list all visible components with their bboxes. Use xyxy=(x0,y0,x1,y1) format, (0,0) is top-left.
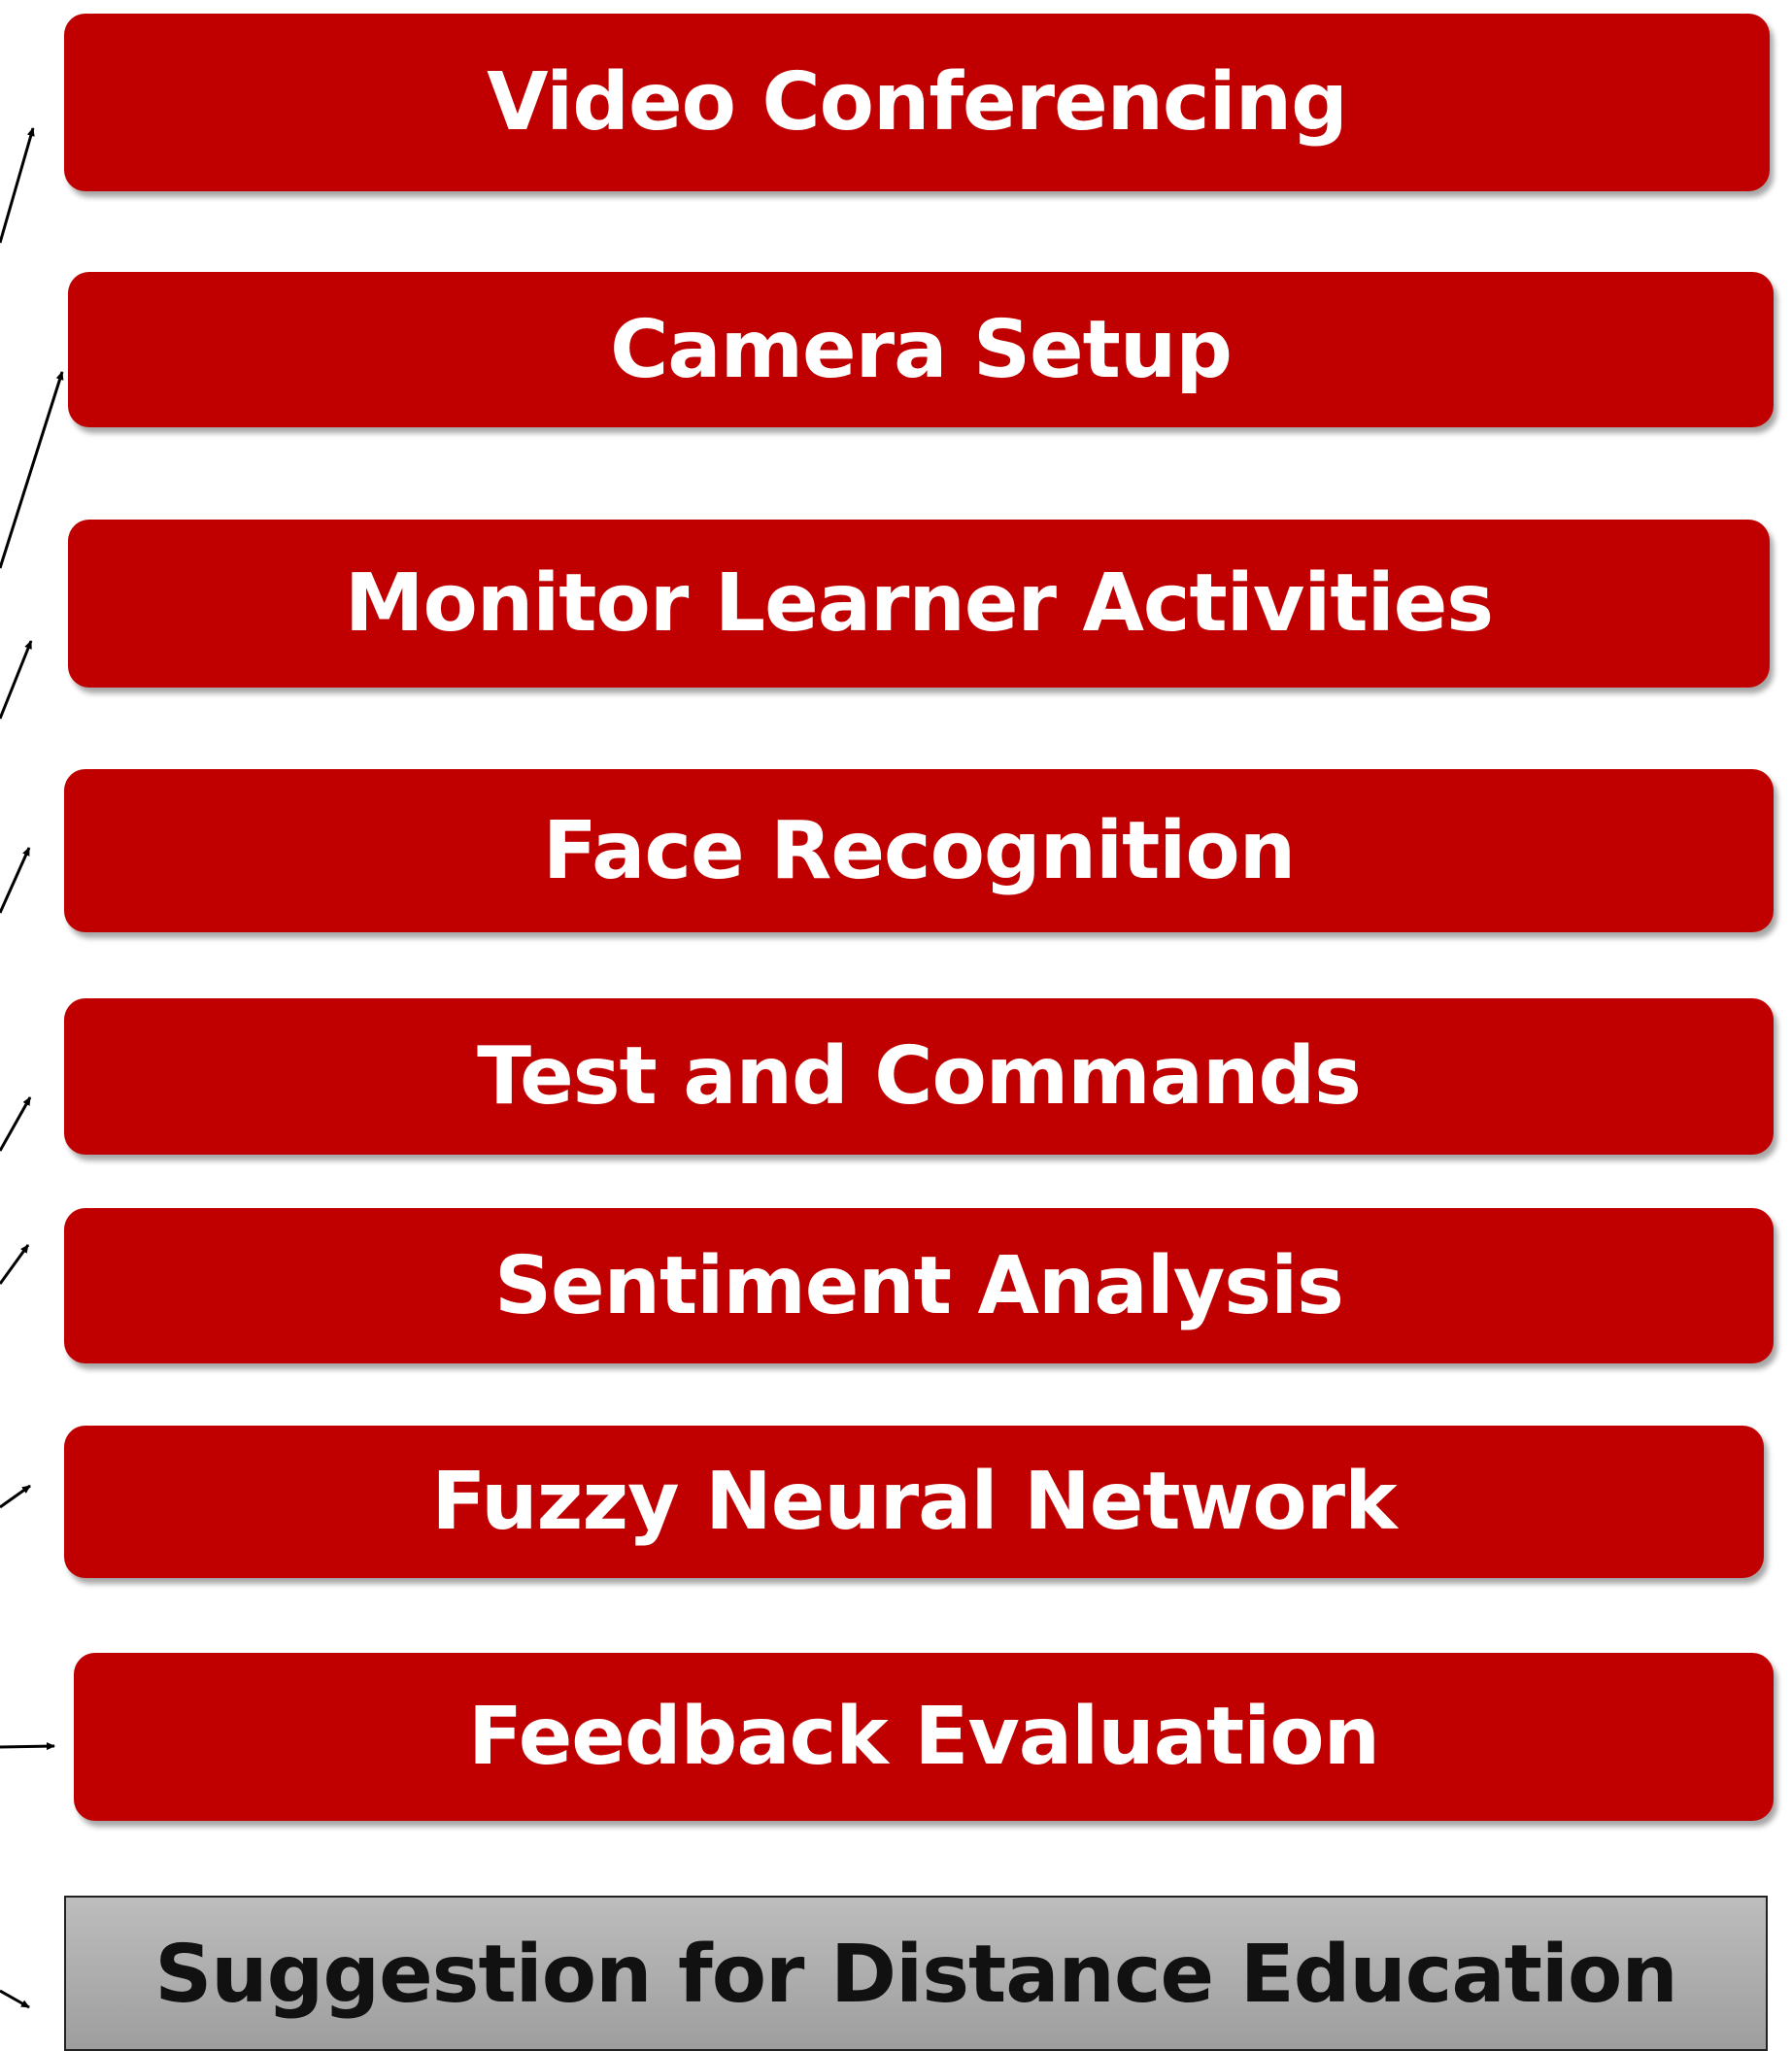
step-label: Camera Setup xyxy=(610,303,1233,396)
step-video-conferencing: Video Conferencing xyxy=(64,14,1770,191)
step-label: Sentiment Analysis xyxy=(494,1239,1344,1332)
arrow-to-sentiment-analysis xyxy=(0,1244,30,1285)
step-label: Face Recognition xyxy=(542,804,1296,897)
arrow-to-face-recognition xyxy=(0,847,31,914)
outcome-label: Suggestion for Distance Education xyxy=(154,1929,1678,2021)
arrow-to-monitor-learner-activities xyxy=(0,640,33,720)
step-face-recognition: Face Recognition xyxy=(64,769,1774,932)
step-label: Fuzzy Neural Network xyxy=(431,1456,1397,1548)
outcome-suggestion-box: Suggestion for Distance Education xyxy=(64,1896,1768,2051)
step-label: Video Conferencing xyxy=(487,56,1348,149)
arrow-to-feedback-evaluation xyxy=(0,1742,55,1751)
step-feedback-evaluation: Feedback Evaluation xyxy=(74,1653,1774,1821)
arrow-to-suggestion xyxy=(0,1989,30,2009)
step-test-and-commands: Test and Commands xyxy=(64,998,1774,1155)
step-monitor-learner-activities: Monitor Learner Activities xyxy=(68,520,1770,688)
arrow-to-camera-setup xyxy=(0,371,64,569)
step-label: Monitor Learner Activities xyxy=(344,557,1494,650)
arrow-to-video-conferencing xyxy=(0,127,35,244)
arrow-to-test-and-commands xyxy=(0,1096,32,1152)
step-label: Test and Commands xyxy=(477,1030,1362,1123)
arrow-to-fuzzy-neural-network xyxy=(0,1484,31,1509)
step-sentiment-analysis: Sentiment Analysis xyxy=(64,1208,1774,1363)
step-fuzzy-neural-network: Fuzzy Neural Network xyxy=(64,1426,1764,1578)
step-camera-setup: Camera Setup xyxy=(68,272,1774,427)
step-label: Feedback Evaluation xyxy=(468,1691,1380,1783)
